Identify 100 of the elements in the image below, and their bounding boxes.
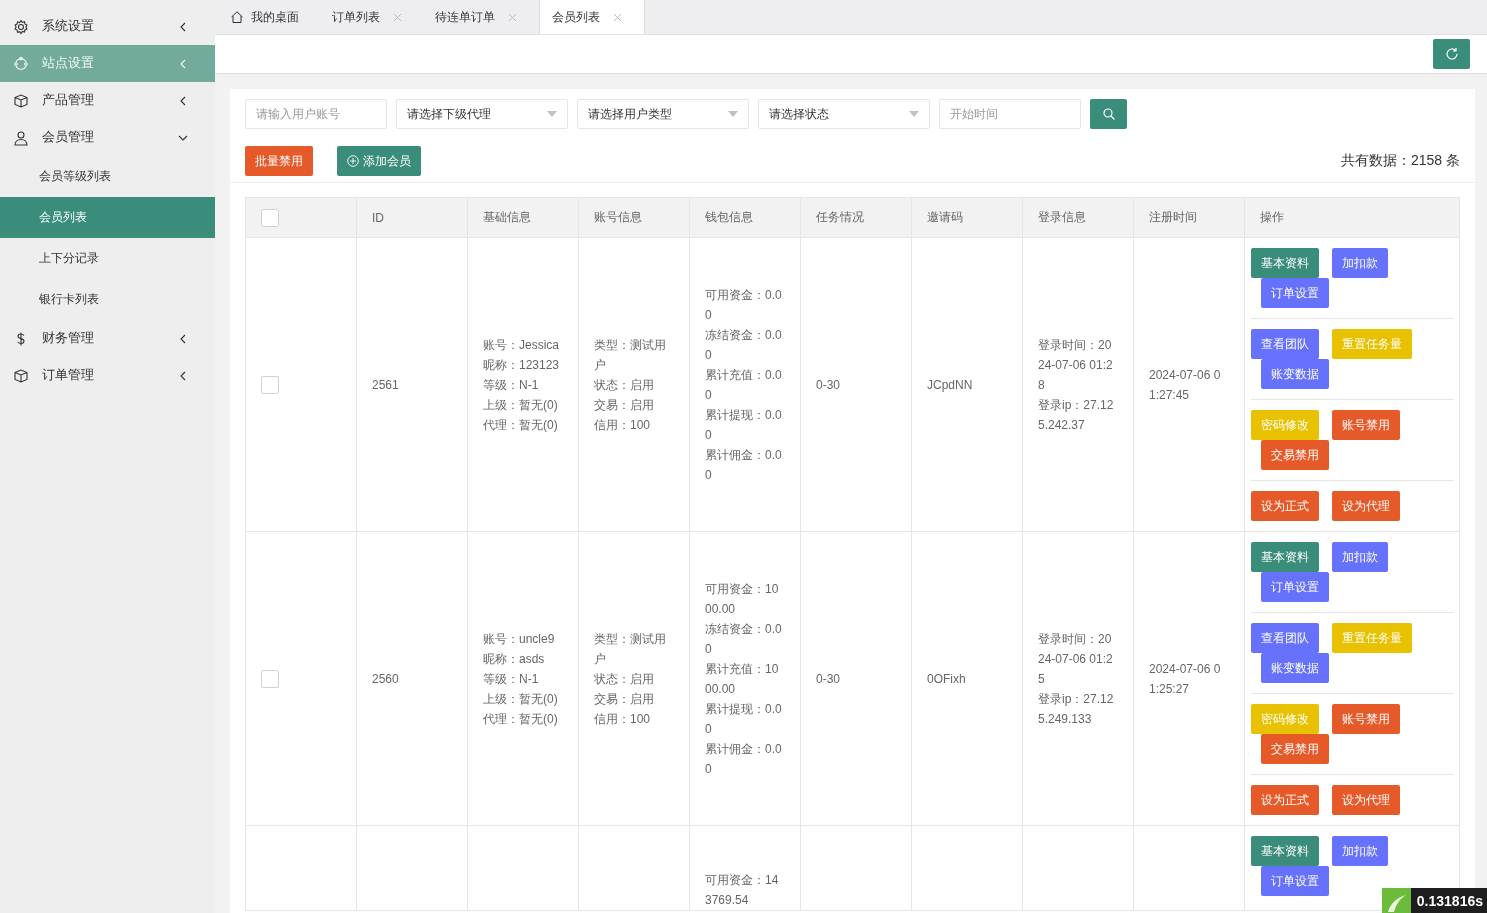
tab[interactable]: 会员列表: [539, 0, 645, 34]
column-header: ID: [372, 210, 384, 225]
column-header: 任务情况: [816, 210, 864, 224]
account-info-line: 交易：启用: [594, 690, 655, 708]
box-icon: [13, 92, 29, 109]
column-header: 钱包信息: [705, 210, 753, 224]
action-button[interactable]: 交易禁用: [1261, 734, 1329, 764]
action-button[interactable]: 账号禁用: [1332, 410, 1400, 440]
checkbox[interactable]: [261, 375, 279, 394]
wallet-info-line: 冻结资金：0.00: [705, 620, 783, 658]
account-info-line: 信用：100: [594, 710, 652, 728]
action-button[interactable]: 加扣款: [1332, 836, 1388, 866]
menu-item[interactable]: 财务管理: [0, 320, 215, 357]
action-button[interactable]: 订单设置: [1261, 572, 1329, 602]
wallet-info-line: 累计充值：1000.00: [705, 660, 780, 698]
close-icon[interactable]: [508, 12, 517, 22]
basic-info-line: 账号：Jessica: [483, 336, 560, 354]
menu-item[interactable]: 订单管理: [0, 357, 215, 394]
action-button[interactable]: 订单设置: [1261, 866, 1329, 896]
basic-info-line: 代理：暂无(0): [483, 710, 559, 728]
box-icon: [13, 367, 29, 384]
submenu-item[interactable]: 上下分记录: [0, 238, 215, 279]
menu-item[interactable]: 会员管理: [0, 119, 215, 156]
chevron-left-icon: [178, 333, 188, 344]
basic-info-line: 昵称：123123: [483, 356, 561, 374]
account-info-line: 类型：测试用户: [594, 336, 667, 374]
timer-text: 0.131816s: [1410, 888, 1487, 913]
close-icon[interactable]: [613, 12, 622, 22]
register-time-cell: 2024-07-06 01:25:27: [1149, 661, 1221, 696]
home-icon: [230, 10, 244, 24]
wallet-info-line: 累计提现：0.00: [705, 406, 783, 444]
tab[interactable]: 订单列表: [321, 0, 424, 34]
column-header: 邀请码: [927, 210, 963, 224]
total-count: 共有数据：2158 条: [1340, 152, 1460, 170]
action-button[interactable]: 查看团队: [1251, 623, 1319, 653]
action-button[interactable]: 基本资料: [1251, 836, 1319, 866]
account-info-line: 类型：测试用户: [594, 630, 667, 668]
column-header: 账号信息: [594, 210, 642, 224]
user-icon: [13, 129, 29, 146]
submenu-item[interactable]: 会员等级列表: [0, 156, 215, 197]
action-button[interactable]: 账变数据: [1261, 653, 1329, 683]
account-info-line: 状态：启用: [594, 376, 655, 394]
id-cell: 2560: [372, 671, 399, 686]
gear-icon: [13, 18, 29, 35]
chevron-left-icon: [178, 95, 188, 106]
action-button[interactable]: 加扣款: [1332, 542, 1388, 572]
action-button[interactable]: 设为正式: [1251, 785, 1319, 815]
wallet-info-line: 累计佣金：0.00: [705, 740, 783, 778]
action-button[interactable]: 账变数据: [1261, 359, 1329, 389]
text-field[interactable]: 开始时间: [939, 99, 1081, 129]
login-info-line: 登录时间：2024-07-06 01:28: [1038, 336, 1114, 394]
account-info-line: 交易：启用: [594, 396, 655, 414]
id-cell: 2561: [372, 377, 399, 392]
menu-item[interactable]: 站点设置: [0, 45, 215, 82]
action-button[interactable]: 加扣款: [1332, 248, 1388, 278]
wallet-info-line: 可用资金：0.00: [705, 286, 783, 324]
login-info-line: 登录时间：2024-07-06 01:25: [1038, 630, 1114, 688]
checkbox[interactable]: [261, 208, 279, 227]
menu-item[interactable]: 产品管理: [0, 82, 215, 119]
menu-item[interactable]: 系统设置: [0, 8, 215, 45]
text-field[interactable]: 请输入用户账号: [245, 99, 387, 129]
account-info-line: 状态：启用: [594, 670, 655, 688]
action-button[interactable]: 查看团队: [1251, 329, 1319, 359]
action-button[interactable]: 基本资料: [1251, 542, 1319, 572]
select-field[interactable]: 请选择状态: [758, 99, 930, 129]
tab[interactable]: 我的桌面: [219, 0, 321, 34]
basic-info-line: 代理：暂无(0): [483, 416, 559, 434]
basic-info-line: 上级：暂无(0): [483, 690, 559, 708]
action-button[interactable]: 设为代理: [1332, 785, 1400, 815]
action-button[interactable]: 账号禁用: [1332, 704, 1400, 734]
chevron-left-icon: [178, 370, 188, 381]
wallet-info-line: 冻结资金：0.00: [705, 326, 783, 364]
account-info-line: 信用：100: [594, 416, 652, 434]
invite-code-cell: JCpdNN: [927, 377, 973, 392]
submenu-item[interactable]: 会员列表: [0, 197, 215, 238]
action-button[interactable]: 订单设置: [1261, 278, 1329, 308]
action-button[interactable]: 设为代理: [1332, 491, 1400, 521]
refresh-button[interactable]: [1433, 39, 1470, 69]
refresh-icon: [1444, 47, 1459, 61]
network-icon: [13, 55, 29, 72]
action-button[interactable]: 交易禁用: [1261, 440, 1329, 470]
task-cell: 0-30: [816, 377, 841, 392]
leaf-icon: [1381, 888, 1411, 913]
checkbox[interactable]: [261, 669, 279, 688]
action-button[interactable]: 设为正式: [1251, 491, 1319, 521]
search-button[interactable]: [1090, 99, 1127, 129]
select-field[interactable]: 请选择用户类型: [577, 99, 749, 129]
plus-circle-icon: [347, 155, 359, 167]
search-icon: [1101, 107, 1116, 121]
caret-icon: [547, 111, 557, 117]
column-header: 注册时间: [1149, 210, 1197, 224]
close-icon[interactable]: [393, 12, 402, 22]
batch-disable-button[interactable]: 批量禁用: [245, 146, 313, 176]
column-header: 登录信息: [1038, 210, 1086, 224]
caret-icon: [909, 111, 919, 117]
submenu-item[interactable]: 银行卡列表: [0, 279, 215, 320]
tab[interactable]: 待连单订单: [424, 0, 539, 34]
action-button[interactable]: 基本资料: [1251, 248, 1319, 278]
add-member-button[interactable]: 添加会员: [337, 146, 421, 176]
select-field[interactable]: 请选择下级代理: [396, 99, 568, 129]
